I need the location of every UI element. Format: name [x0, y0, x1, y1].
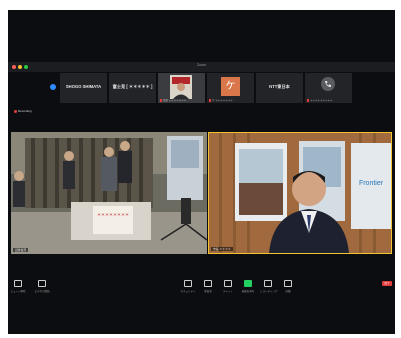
participant-thumb-fujimi[interactable]: 富士見 [ ＊＊＊＊＊ ]: [109, 73, 156, 103]
participant-caption: 佐藤 ＊＊＊＊＊＊＊: [160, 98, 186, 102]
participant-caption: ケ ＊＊＊＊＊＊＊: [209, 98, 233, 102]
podium-sign: ＊＊＊＊＊＊＊＊: [97, 212, 129, 217]
mic-muted-icon: [307, 99, 309, 102]
shield-icon: [184, 280, 192, 287]
participants-button[interactable]: 参加者: [200, 280, 216, 293]
participant-name: 富士見 [ ＊＊＊＊＊ ]: [112, 84, 153, 89]
participants-icon: [204, 280, 212, 287]
participant-name: NTT東日本: [269, 84, 290, 89]
recording-icon: [14, 109, 17, 113]
video-press-conference[interactable]: ＊＊＊＊＊＊＊＊ 記者会見: [11, 132, 207, 254]
participant-label: 市長 ＊＊＊＊: [211, 247, 233, 251]
more-icon: [284, 280, 292, 287]
participant-thumb-video[interactable]: 佐藤 ＊＊＊＊＊＊＊: [158, 73, 205, 103]
title-bar: Zoom: [8, 62, 395, 72]
window-title: Zoom: [197, 63, 206, 67]
avatar: ケ: [221, 77, 240, 96]
share-screen-icon: [244, 280, 252, 287]
more-button[interactable]: 詳細: [280, 280, 296, 293]
press-conference-video: ＊＊＊＊＊＊＊＊: [11, 132, 207, 254]
chat-icon: [224, 280, 232, 287]
participant-thumb-ke[interactable]: ケ ケ ＊＊＊＊＊＊＊: [207, 73, 254, 103]
mic-icon: [14, 280, 22, 287]
end-meeting-button[interactable]: 終了: [382, 281, 392, 286]
phone-icon: [321, 77, 335, 91]
participant-name: SHOGO SHIMATA: [65, 84, 102, 89]
participant-thumb-phone[interactable]: ＊＊＊＊＊＊＊＊＊: [305, 73, 352, 103]
start-video-button[interactable]: ビデオの開始: [34, 280, 50, 293]
mic-muted-icon: [160, 99, 162, 102]
participant-caption: ＊＊＊＊＊＊＊＊＊: [307, 98, 333, 102]
record-icon: [264, 280, 272, 287]
speaker-video: Frontier: [209, 133, 391, 253]
meeting-toolbar: ミュート解除 ビデオの開始 セキュリティ 参加者 チャット 画面を共有 レコーデ…: [8, 278, 395, 302]
video-camera-icon: [38, 280, 46, 287]
participant-thumb-ntt[interactable]: NTT東日本: [256, 73, 303, 103]
mic-muted-icon: [209, 99, 211, 102]
record-button[interactable]: レコーディング: [260, 280, 277, 293]
participant-thumb-shimata[interactable]: SHOGO SHIMATA: [60, 73, 107, 103]
strip-prev-icon[interactable]: [50, 84, 56, 90]
security-button[interactable]: セキュリティ: [180, 280, 196, 293]
participant-label: 記者会見: [13, 248, 29, 252]
poster-text: Frontier: [359, 180, 384, 187]
recording-indicator: Recording: [14, 109, 32, 113]
zoom-window: Zoom SHOGO SHIMATA 富士見 [ ＊＊＊＊＊ ] 佐藤 ＊＊＊＊…: [8, 10, 395, 334]
chat-button[interactable]: チャット: [220, 280, 236, 293]
mute-button[interactable]: ミュート解除: [10, 280, 26, 293]
share-screen-button[interactable]: 画面を共有: [240, 280, 256, 293]
video-active-speaker[interactable]: Frontier 市長 ＊＊＊＊: [208, 132, 392, 254]
